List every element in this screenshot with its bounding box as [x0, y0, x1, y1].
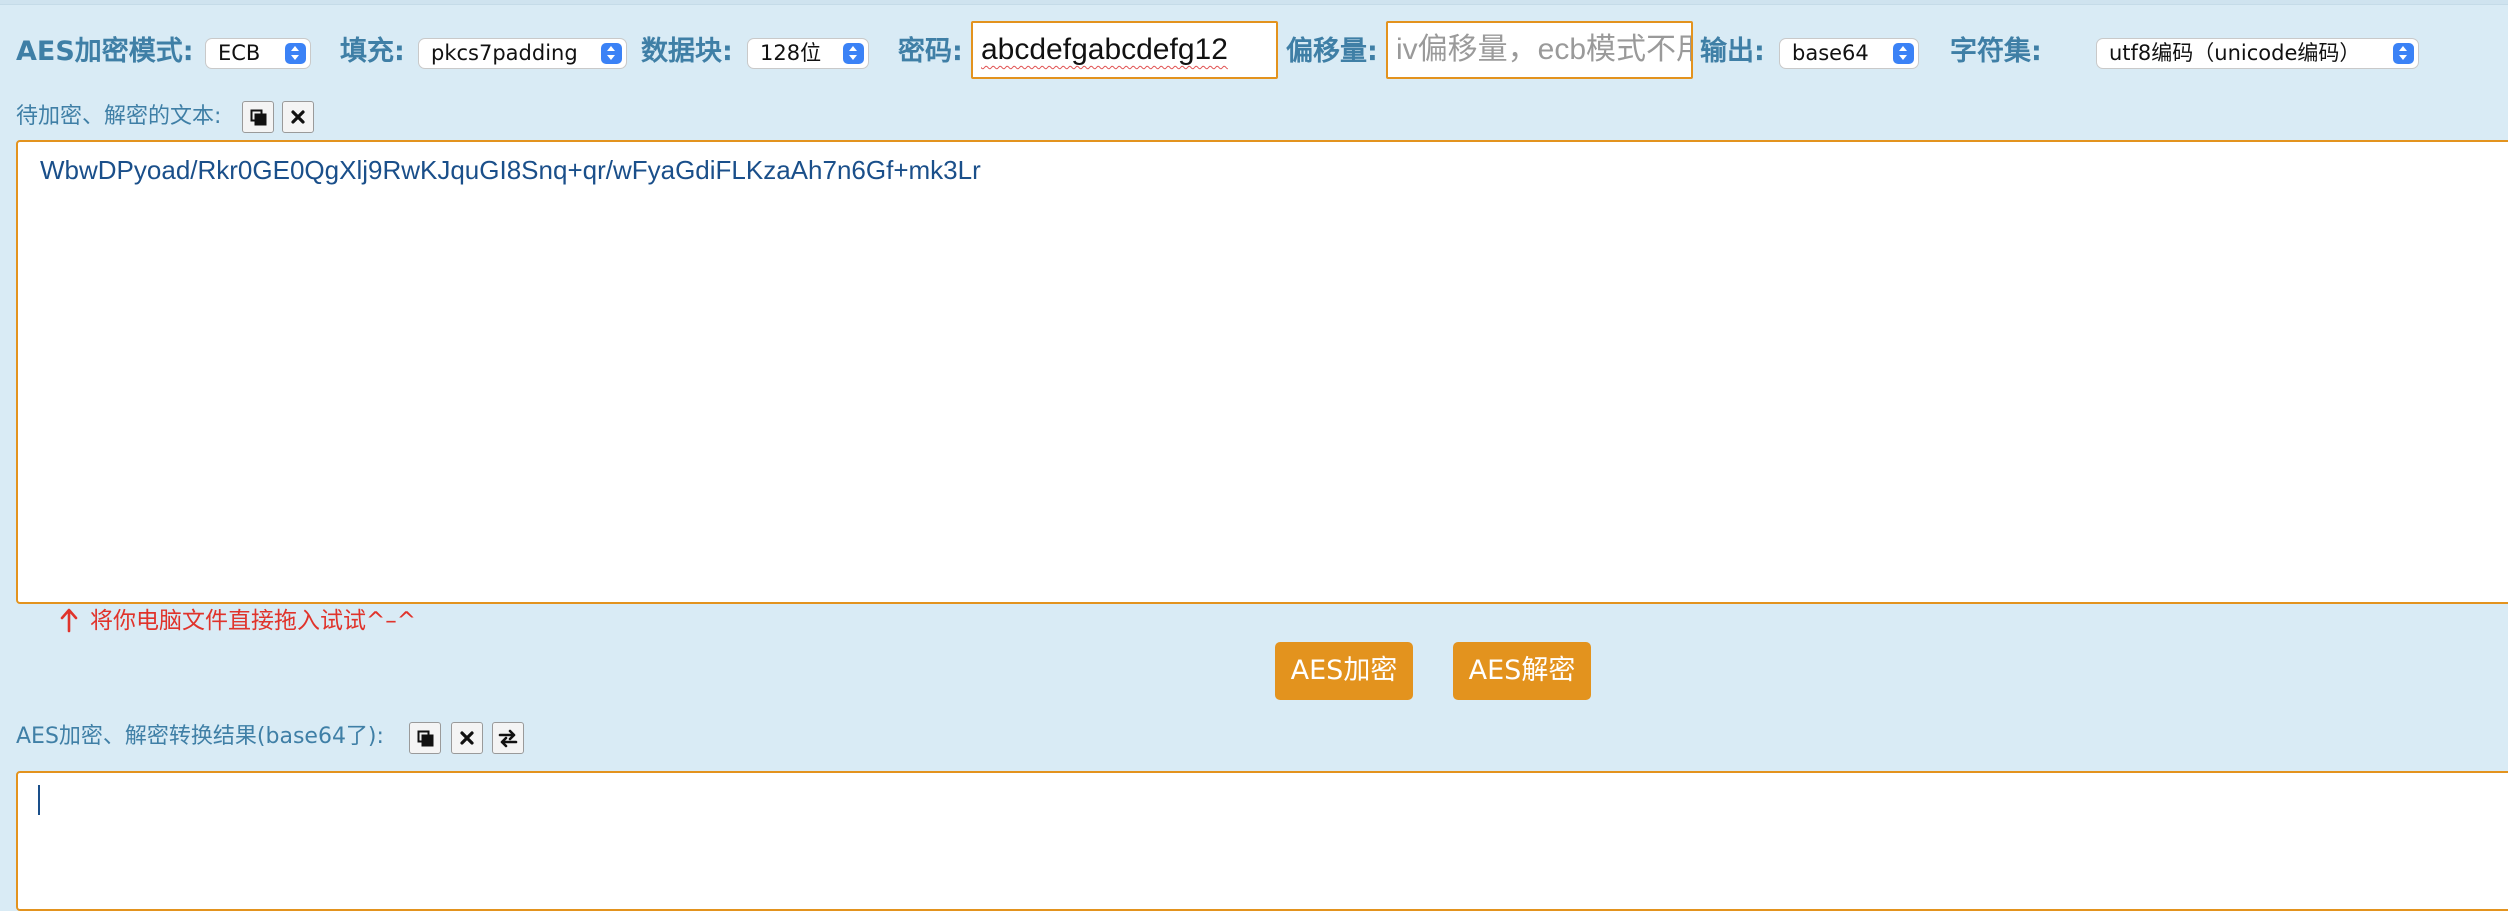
copy-input-button[interactable]: [242, 101, 274, 133]
charset-select[interactable]: utf8编码（unicode编码）: [2096, 38, 2419, 69]
charset-label: 字符集:: [1950, 36, 2042, 67]
chevron-updown-icon: [601, 43, 622, 64]
charset-value: utf8编码（unicode编码）: [2109, 41, 2361, 65]
input-textarea[interactable]: WbwDPyoad/Rkr0GE0QgXlj9RwKJquGI8Snq+qr/w…: [16, 140, 2508, 604]
mode-value: ECB: [218, 41, 261, 65]
block-value: 128位: [760, 41, 822, 65]
offset-input[interactable]: iv偏移量，ecb模式不用填写: [1386, 21, 1693, 79]
chevron-updown-icon: [285, 43, 306, 64]
input-section-label: 待加密、解密的文本:: [16, 104, 222, 129]
mode-label: AES加密模式:: [16, 36, 194, 67]
swap-button[interactable]: [492, 722, 524, 754]
offset-label: 偏移量:: [1286, 36, 1378, 67]
mode-select[interactable]: ECB: [205, 38, 311, 69]
input-text: WbwDPyoad/Rkr0GE0QgXlj9RwKJquGI8Snq+qr/w…: [40, 155, 981, 185]
block-label: 数据块:: [641, 36, 733, 67]
chevron-updown-icon: [1893, 43, 1914, 64]
result-section-label: AES加密、解密转换结果(base64了):: [16, 724, 384, 749]
copy-icon: [250, 109, 267, 126]
output-select[interactable]: base64: [1779, 38, 1919, 69]
block-select[interactable]: 128位: [747, 38, 869, 69]
clear-result-button[interactable]: [451, 722, 483, 754]
chevron-updown-icon: [2393, 43, 2414, 64]
chevron-updown-icon: [843, 43, 864, 64]
password-value: abcdefgabcdefg12: [981, 33, 1228, 66]
padding-select[interactable]: pkcs7padding: [418, 38, 627, 69]
arrow-up-icon: [60, 608, 78, 633]
password-label: 密码:: [898, 36, 963, 67]
padding-label: 填充:: [340, 36, 405, 67]
close-icon: [291, 110, 305, 124]
top-edge: [0, 0, 2508, 5]
decrypt-button[interactable]: AES解密: [1453, 642, 1591, 700]
clear-input-button[interactable]: [282, 101, 314, 133]
result-textarea[interactable]: [16, 771, 2508, 911]
text-cursor: [38, 785, 40, 815]
copy-icon: [417, 730, 434, 747]
copy-result-button[interactable]: [409, 722, 441, 754]
encrypt-button[interactable]: AES加密: [1275, 642, 1413, 700]
drag-hint: 将你电脑文件直接拖入试试^–^: [90, 608, 417, 634]
swap-icon: [498, 729, 518, 748]
offset-placeholder: iv偏移量，ecb模式不用填写: [1396, 33, 1691, 66]
output-label: 输出:: [1700, 36, 1765, 67]
output-value: base64: [1792, 41, 1869, 65]
close-icon: [460, 731, 474, 745]
padding-value: pkcs7padding: [431, 41, 578, 65]
password-input[interactable]: abcdefgabcdefg12: [971, 21, 1278, 79]
